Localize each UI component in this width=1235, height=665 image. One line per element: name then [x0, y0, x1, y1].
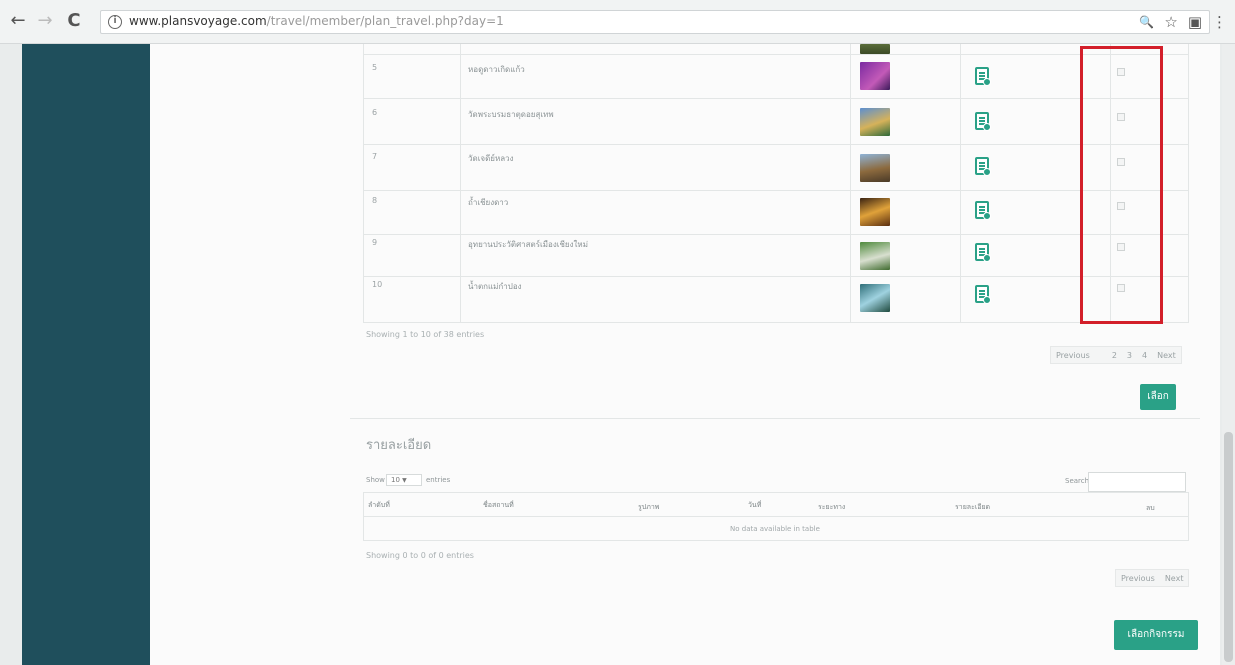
pagination-next[interactable]: Next — [1160, 574, 1189, 583]
table-border — [363, 190, 1189, 191]
table-border — [960, 44, 961, 322]
column-header[interactable]: ชื่อสถานที่ — [483, 500, 514, 511]
row-number: 8 — [372, 196, 378, 205]
pagination-previous[interactable]: Previous — [1116, 574, 1160, 583]
place-name: อุทยานประวัติศาสตร์เมืองเชียงใหม่ — [468, 240, 588, 249]
scrollbar[interactable] — [1222, 44, 1235, 665]
place-name: วัดพระบรมธาตุดอยสุเทพ — [468, 110, 554, 119]
row-number: 7 — [372, 152, 378, 161]
table-border — [363, 540, 1189, 541]
highlight-box — [1080, 46, 1163, 324]
entries-value: 10 — [391, 476, 400, 484]
table-border — [850, 44, 851, 322]
search-input[interactable] — [1088, 472, 1186, 492]
place-name: หอดูดาวเกิดแก้ว — [468, 65, 525, 74]
back-icon[interactable]: ← — [8, 11, 28, 31]
place-image — [860, 108, 890, 136]
detail-doc-icon[interactable] — [975, 243, 991, 262]
star-icon[interactable]: ☆ — [1164, 13, 1177, 31]
table-info: Showing 1 to 10 of 38 entries — [366, 330, 485, 339]
table-border — [1188, 44, 1189, 322]
place-image — [860, 242, 890, 270]
row-number: 6 — [372, 108, 378, 117]
sidebar — [22, 44, 150, 665]
table-border — [363, 54, 1189, 55]
table-border — [363, 322, 1189, 323]
pagination: Previous Next — [1115, 569, 1190, 587]
show-label: Show — [366, 476, 385, 484]
scrollbar-thumb[interactable] — [1224, 432, 1233, 662]
place-name: วัดเจดีย์หลวง — [468, 154, 514, 163]
column-header[interactable]: รายละเอียด — [955, 502, 990, 513]
url-text: www.plansvoyage.com/travel/member/plan_t… — [129, 14, 504, 28]
pagination-page[interactable]: 4 — [1137, 351, 1152, 360]
empty-table-message: No data available in table — [730, 525, 820, 533]
forward-icon[interactable]: → — [35, 11, 55, 31]
table-border — [363, 276, 1189, 277]
table-border — [363, 492, 364, 540]
table-border — [363, 144, 1189, 145]
row-number: 5 — [372, 63, 378, 72]
entries-select[interactable]: 10 ▼ — [386, 474, 422, 486]
main-content: 5 หอดูดาวเกิดแก้ว 6 วัดพระบรมธาตุดอยสุเท… — [150, 44, 1220, 665]
reload-icon[interactable]: C — [64, 11, 84, 31]
table-border — [363, 234, 1189, 235]
select-button[interactable]: เลือก — [1140, 384, 1176, 410]
zoom-icon[interactable]: 🔍 — [1139, 15, 1154, 29]
table-info: Showing 0 to 0 of 0 entries — [366, 551, 474, 560]
place-image — [860, 154, 890, 182]
pagination-next[interactable]: Next — [1152, 351, 1181, 360]
section-title: รายละเอียด — [366, 438, 432, 453]
place-image — [860, 44, 890, 54]
chevron-down-icon: ▼ — [402, 477, 407, 484]
table-border — [363, 98, 1189, 99]
place-name: น้ำตกแม่กำปอง — [468, 282, 522, 291]
browser-menu-icon[interactable]: ⋮ — [1212, 13, 1227, 31]
section-divider — [350, 418, 1200, 419]
browser-actions: 🔍 ☆ ▣ ⋮ — [1139, 10, 1227, 34]
detail-doc-icon[interactable] — [975, 157, 991, 176]
detail-doc-icon[interactable] — [975, 67, 991, 86]
browser-toolbar: ← → C i www.plansvoyage.com/travel/membe… — [0, 0, 1235, 44]
table-border — [363, 44, 364, 322]
detail-doc-icon[interactable] — [975, 201, 991, 220]
row-number: 10 — [372, 280, 383, 289]
table-border — [363, 516, 1189, 517]
table-border — [363, 492, 1189, 493]
url-host: www.plansvoyage.com — [129, 14, 267, 28]
detail-doc-icon[interactable] — [975, 112, 991, 131]
detail-doc-icon[interactable] — [975, 285, 991, 304]
pagination-page[interactable]: 3 — [1122, 351, 1137, 360]
confirm-activity-button[interactable]: เลือกกิจกรรม — [1114, 620, 1198, 650]
column-header[interactable]: ลำดับที่ — [368, 500, 390, 511]
table-border — [460, 44, 461, 322]
url-path: /travel/member/plan_travel.php?day=1 — [266, 14, 504, 28]
info-icon[interactable]: i — [108, 15, 122, 29]
pagination: Previous 2 3 4 Next — [1050, 346, 1182, 364]
address-bar[interactable]: i www.plansvoyage.com/travel/member/plan… — [100, 10, 1210, 34]
table-border — [1188, 492, 1189, 540]
extension-icon[interactable]: ▣ — [1188, 13, 1202, 31]
place-name: ถ้ำเชียงดาว — [468, 198, 509, 207]
column-header[interactable]: วันที่ — [748, 500, 761, 511]
column-header[interactable]: ลบ — [1146, 503, 1155, 514]
place-image — [860, 284, 890, 312]
pagination-previous[interactable]: Previous — [1051, 351, 1095, 360]
column-header[interactable]: รูปภาพ — [638, 502, 659, 513]
place-image — [860, 198, 890, 226]
column-header[interactable]: ระยะทาง — [818, 502, 845, 513]
row-number: 9 — [372, 238, 378, 247]
place-image — [860, 62, 890, 90]
pagination-page[interactable]: 2 — [1107, 351, 1122, 360]
entries-label: entries — [426, 476, 451, 484]
